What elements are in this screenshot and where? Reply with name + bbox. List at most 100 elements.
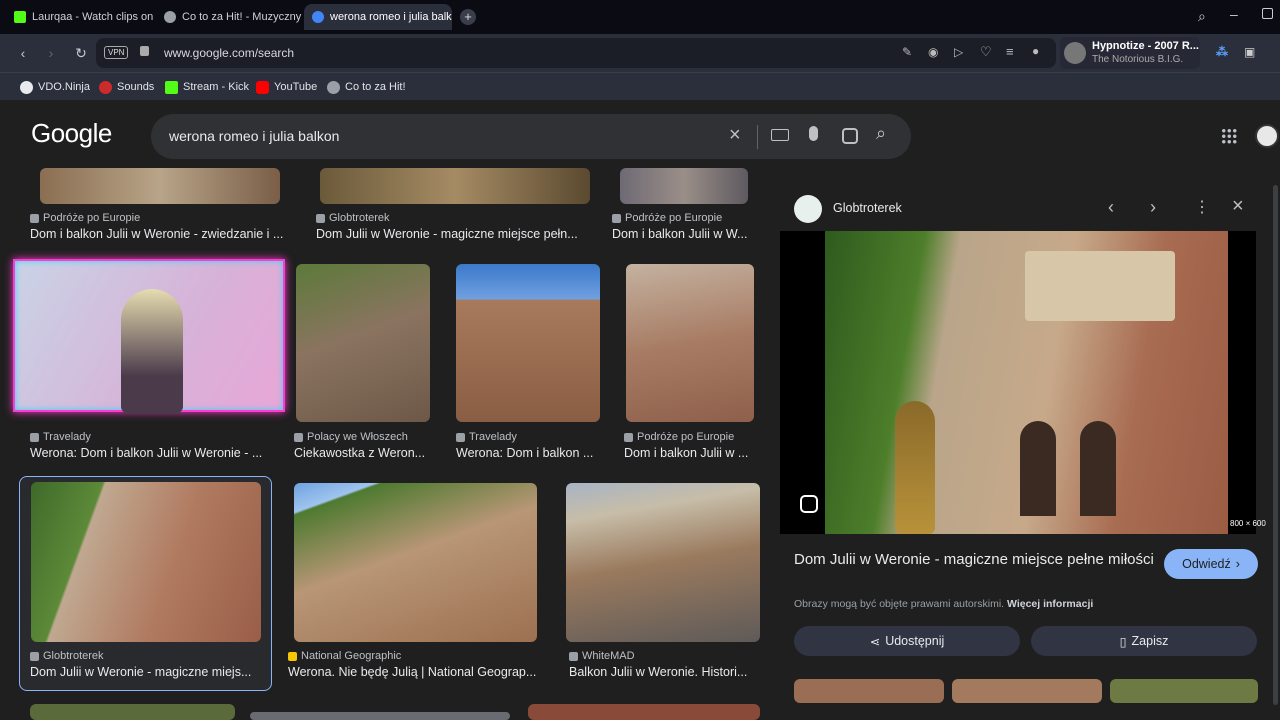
result-source[interactable]: Podróże po Europie [624,431,734,443]
site-favicon-icon [30,213,39,223]
result-title[interactable]: Dom i balkon Julii w ... [624,446,758,460]
result-title[interactable]: Balkon Julii w Weronie. Histori... [569,665,757,679]
vpn-badge[interactable]: VPN [104,46,129,59]
bookmark-co-to-za-hit[interactable]: Co to za Hit! [327,78,406,96]
share-icon: ⋖ [869,634,881,649]
result-thumbnail[interactable] [250,712,510,720]
sounds-icon [99,80,112,94]
result-thumbnail[interactable] [294,483,537,642]
visit-button[interactable]: Odwiedź › [1164,549,1258,579]
result-thumbnail[interactable] [31,482,261,642]
result-thumbnail[interactable] [620,168,748,204]
menu-lines-icon[interactable]: ≡ [1006,44,1014,59]
search-icon[interactable]: ⌕ [876,123,886,144]
result-source[interactable]: Travelady [456,431,517,443]
kick-icon [14,11,26,23]
profile-icon[interactable]: ● [1032,44,1039,58]
result-title[interactable]: Dom Julii w Weronie - magiczne miejs... [30,665,262,679]
result-thumbnail[interactable] [456,264,600,422]
related-thumbnail[interactable] [794,679,944,703]
more-options-icon[interactable]: ⋮ [1194,197,1210,217]
result-source[interactable]: Podróże po Europie [30,212,140,224]
next-icon[interactable]: › [1150,197,1156,218]
result-source[interactable]: Globtroterek [316,212,390,224]
image-preview-panel: Globtroterek ‹ › ⋮ × 800 × 600 Dom Julii… [780,185,1270,720]
bookmark-youtube[interactable]: YouTube [256,78,317,96]
result-thumbnail[interactable] [296,264,430,422]
result-source[interactable]: Podróże po Europie [612,212,722,224]
result-thumbnail[interactable] [320,168,590,204]
result-title[interactable]: Dom i balkon Julii w W... [612,227,756,241]
url-text[interactable]: www.google.com/search [164,46,294,60]
copyright-text: Obrazy mogą być objęte prawami autorskim… [794,598,1005,610]
back-icon[interactable]: ‹ [13,43,33,63]
bookmarks-bar: VDO.Ninja Sounds Stream - Kick YouTube C… [0,72,1280,100]
result-title[interactable]: Dom Julii w Weronie - magiczne miejsce p… [316,227,588,241]
edit-icon[interactable]: ✎ [902,45,912,59]
bookmark-vdo-ninja[interactable]: VDO.Ninja [20,78,90,96]
result-source[interactable]: Polacy we Włoszech [294,431,408,443]
source-label: Globtroterek [43,650,104,662]
preview-image[interactable] [825,231,1228,534]
avatar[interactable] [1255,124,1279,148]
more-info-link[interactable]: Więcej informacji [1007,598,1093,610]
reload-icon[interactable]: ↻ [71,43,91,63]
result-title[interactable]: Werona: Dom i balkon Julii w Weronie - .… [30,446,282,460]
address-bar[interactable]: VPN www.google.com/search ✎ ◉ ▷ ♡ ≡ ● [96,38,1056,68]
result-title[interactable]: Werona: Dom i balkon ... [456,446,602,460]
result-title[interactable]: Dom i balkon Julii w Weronie - zwiedzani… [30,227,292,241]
result-thumbnail[interactable] [626,264,754,422]
save-label: Zapisz [1131,634,1169,648]
related-thumbnail[interactable] [952,679,1102,703]
media-player-widget[interactable]: Hypnotize - 2007 R... The Notorious B.I.… [1060,37,1200,69]
site-avatar[interactable] [794,195,822,223]
apps-grid-icon[interactable] [1221,128,1237,144]
result-title[interactable]: Werona. Nie będę Julią | National Geogra… [288,665,544,679]
result-thumbnail[interactable] [40,168,280,204]
search-box[interactable]: werona romeo i julia balkon × ⌕ [151,114,911,159]
bookmark-sounds[interactable]: Sounds [99,78,154,96]
maximize-button[interactable] [1262,8,1273,19]
panel-scrollbar[interactable] [1273,185,1278,705]
previous-icon[interactable]: ‹ [1108,197,1114,218]
share-button[interactable]: ⋖ Udostępnij [794,626,1020,656]
bookmark-label: Stream - Kick [183,81,250,93]
bookmark-label: Sounds [117,81,155,93]
clear-icon[interactable]: × [729,124,741,147]
youtube-icon [256,80,269,94]
lock-icon[interactable] [140,46,149,56]
chevron-right-icon: › [1235,557,1240,571]
tab-co-to-za-hit[interactable]: Co to za Hit! - Muzyczny Q [156,4,302,30]
camera-icon[interactable]: ◉ [928,45,938,59]
minimize-button[interactable]: – [1230,6,1238,22]
panel-title[interactable]: Dom Julii w Weronie - magiczne miejsce p… [794,549,1154,570]
cube-icon[interactable]: ▣ [1244,45,1255,59]
result-title[interactable]: Ciekawostka z Weron... [294,446,434,460]
related-thumbnail[interactable] [1110,679,1258,703]
result-thumbnail[interactable] [566,483,760,642]
result-thumbnail[interactable] [528,704,760,720]
forward-icon[interactable]: › [41,43,61,63]
heart-icon[interactable]: ♡ [980,44,992,60]
result-source[interactable]: National Geographic [288,650,401,662]
extension-icon[interactable]: ⁂ [1216,45,1228,59]
lens-icon[interactable] [800,495,818,513]
panel-site-name[interactable]: Globtroterek [833,201,902,215]
tab-laurqaa[interactable]: Laurqaa - Watch clips on K [6,4,154,30]
bookmark-stream-kick[interactable]: Stream - Kick [165,78,249,96]
google-logo[interactable]: Google [31,118,112,149]
tab-google-search[interactable]: werona romeo i julia balko [304,4,452,30]
result-thumbnail[interactable] [30,704,235,720]
new-tab-button[interactable]: + [460,9,476,25]
result-source[interactable]: Travelady [30,431,91,443]
search-tabs-icon[interactable]: ⌕ [1198,8,1206,25]
search-input[interactable]: werona romeo i julia balkon [169,128,339,144]
close-icon[interactable]: × [1232,195,1244,218]
microphone-icon[interactable] [809,126,818,141]
save-button[interactable]: ▯ Zapisz [1031,626,1257,656]
result-source[interactable]: Globtroterek [30,650,104,662]
keyboard-icon[interactable] [771,129,789,141]
result-source[interactable]: WhiteMAD [569,650,635,662]
send-icon[interactable]: ▷ [954,45,963,59]
lens-icon[interactable] [842,128,858,144]
